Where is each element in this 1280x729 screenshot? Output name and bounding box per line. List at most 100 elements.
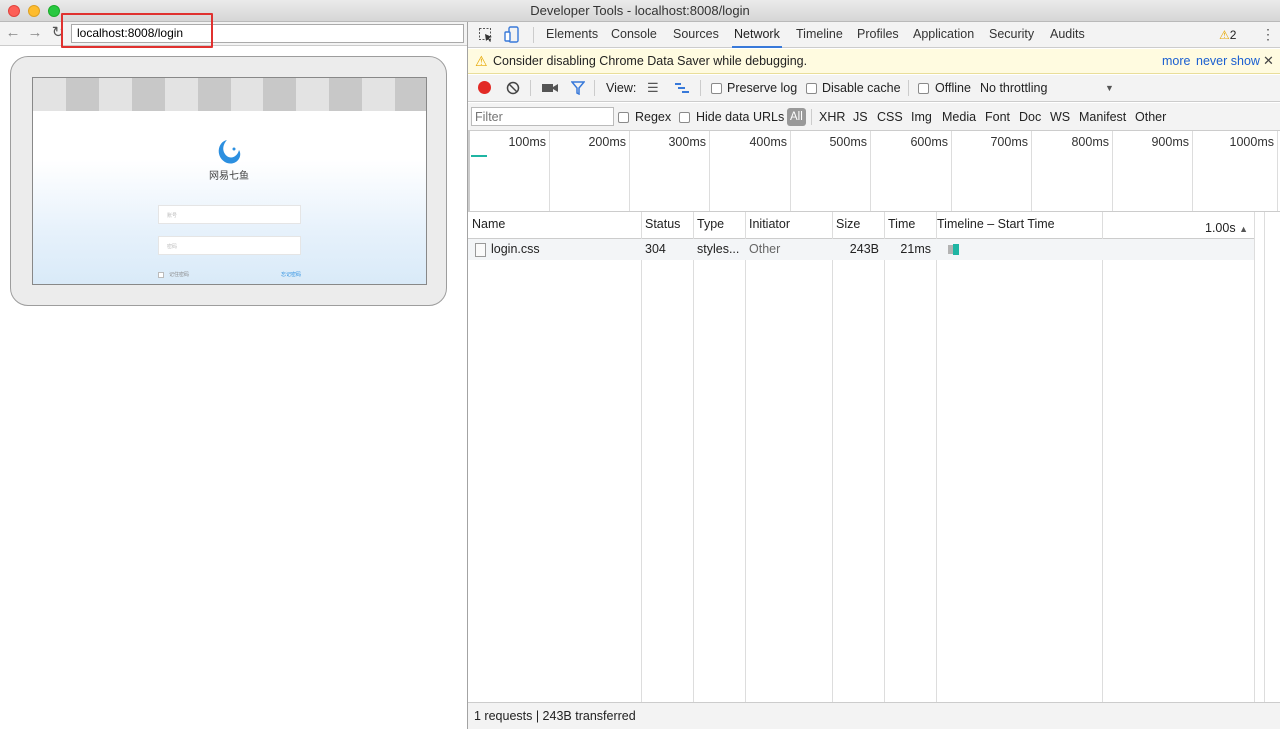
overview-tick: 600ms [871,131,952,211]
tab-elements[interactable]: Elements [544,22,600,48]
overview-tick: 400ms [710,131,791,211]
warning-count-badge[interactable]: ⚠2 [1219,27,1236,43]
remember-label: 记住密码 [169,272,190,278]
filter-type-img[interactable]: Img [911,109,932,125]
waterfall-receive-bar [953,244,959,255]
tab-network[interactable]: Network [732,22,782,48]
overview-tick: 1000ms [1193,131,1278,211]
filter-type-ws[interactable]: WS [1050,109,1070,125]
tab-application[interactable]: Application [911,22,976,48]
data-saver-warning: ⚠ Consider disabling Chrome Data Saver w… [468,49,1280,74]
overview-tick: 300ms [630,131,710,211]
timeline-end-label: 1.00s [1205,221,1236,235]
tab-timeline[interactable]: Timeline [794,22,845,48]
preserve-log-label: Preserve log [727,81,798,95]
filter-type-other[interactable]: Other [1135,109,1166,125]
more-link[interactable]: more [1162,49,1190,73]
waterfall-view-icon[interactable] [674,81,690,95]
column-header-initiator[interactable]: Initiator [745,212,832,239]
highlight-box [61,13,213,48]
preserve-log-checkbox[interactable] [711,83,722,94]
header-stripes [33,78,426,111]
offline-label: Offline [935,81,971,95]
close-window-button[interactable] [8,5,20,17]
back-arrow-icon[interactable]: ← [4,24,22,42]
disable-cache-label: Disable cache [822,81,901,95]
devtools-tabbar: Elements Console Sources Network Timelin… [468,22,1280,48]
network-toolbar: View: ☰ Preserve log Disable cache Offli… [468,75,1280,102]
column-header-size[interactable]: Size [832,212,884,239]
filter-input[interactable] [471,107,614,126]
regex-checkbox[interactable] [618,112,629,123]
never-show-link[interactable]: never show [1196,49,1260,73]
request-type: styles... [697,242,740,256]
table-row[interactable]: login.css 304 styles... Other 243B 21ms [468,239,1254,260]
warning-message: Consider disabling Chrome Data Saver whi… [493,54,808,68]
tab-security[interactable]: Security [987,22,1036,48]
overview-tick: 100ms [468,131,550,211]
browser-pane: ← → ↻ localhost:8008/login 网易七鱼 账号 密码 记住… [0,13,467,729]
device-frame: 网易七鱼 账号 密码 记住密码 忘记密码 [10,56,447,306]
filter-bar: Regex Hide data URLs All XHR JS CSS Img … [468,103,1280,131]
overview-tick: 700ms [952,131,1032,211]
network-status-bar: 1 requests | 243B transferred [468,702,1280,729]
request-size: 243B [849,242,879,256]
capture-screenshots-icon[interactable] [542,82,558,94]
warning-icon: ⚠ [475,53,488,69]
column-header-name[interactable]: Name [468,212,641,239]
overview-tick: 500ms [791,131,871,211]
device-screen: 网易七鱼 账号 密码 记住密码 忘记密码 [32,77,427,285]
request-name: login.css [491,242,540,256]
filter-type-manifest[interactable]: Manifest [1079,109,1126,125]
network-overview: 100ms 200ms 300ms 400ms 500ms 600ms 700m… [468,131,1280,212]
file-icon [475,243,486,257]
column-header-type[interactable]: Type [693,212,745,239]
overview-tick: 800ms [1032,131,1113,211]
throttling-select[interactable]: No throttling [980,80,1047,96]
filter-type-js[interactable]: JS [853,109,868,125]
request-status: 304 [645,242,666,256]
filter-type-doc[interactable]: Doc [1019,109,1041,125]
device-mode-icon[interactable] [504,26,520,44]
tab-profiles[interactable]: Profiles [855,22,901,48]
logo-text: 网易七鱼 [209,171,249,182]
forward-arrow-icon[interactable]: → [26,24,44,42]
record-button[interactable] [478,81,491,94]
filter-type-media[interactable]: Media [942,109,976,125]
minimize-window-button[interactable] [28,5,40,17]
kebab-menu-icon[interactable]: ⋮ [1261,26,1275,42]
address-bar-row: ← → ↻ localhost:8008/login [0,13,467,48]
column-header-time[interactable]: Time [884,212,936,239]
filter-type-xhr[interactable]: XHR [819,109,845,125]
tab-audits[interactable]: Audits [1048,22,1087,48]
requests-table: Name Status Type Initiator Size Time Tim… [468,212,1280,702]
filter-type-all[interactable]: All [787,108,806,126]
chevron-down-icon[interactable]: ▼ [1105,81,1114,95]
tab-console[interactable]: Console [609,22,659,48]
password-input[interactable]: 密码 [158,236,301,255]
inspect-element-icon[interactable] [478,27,494,43]
filter-type-css[interactable]: CSS [877,109,903,125]
overview-tick: 200ms [550,131,630,211]
overview-tick: 900ms [1113,131,1193,211]
forgot-password-link[interactable]: 忘记密码 [281,271,301,278]
column-header-status[interactable]: Status [641,212,693,239]
maximize-window-button[interactable] [48,5,60,17]
hide-data-urls-checkbox[interactable] [679,112,690,123]
request-initiator: Other [749,242,781,256]
disable-cache-checkbox[interactable] [806,83,817,94]
filter-icon[interactable] [571,81,585,95]
sort-arrow-icon[interactable]: ▲ [1239,224,1248,234]
list-view-icon[interactable]: ☰ [647,81,661,95]
remember-checkbox[interactable] [158,272,164,278]
close-icon[interactable]: ✕ [1263,49,1274,73]
username-input[interactable]: 账号 [158,205,301,224]
hide-data-urls-label: Hide data URLs [696,110,785,124]
devtools-panel: Elements Console Sources Network Timelin… [467,22,1280,729]
tab-sources[interactable]: Sources [671,22,721,48]
column-header-timeline[interactable]: Timeline – Start Time [936,212,1102,239]
clear-icon[interactable] [506,81,520,95]
offline-checkbox[interactable] [918,83,929,94]
requests-summary: 1 requests | 243B transferred [474,709,636,723]
filter-type-font[interactable]: Font [985,109,1010,125]
